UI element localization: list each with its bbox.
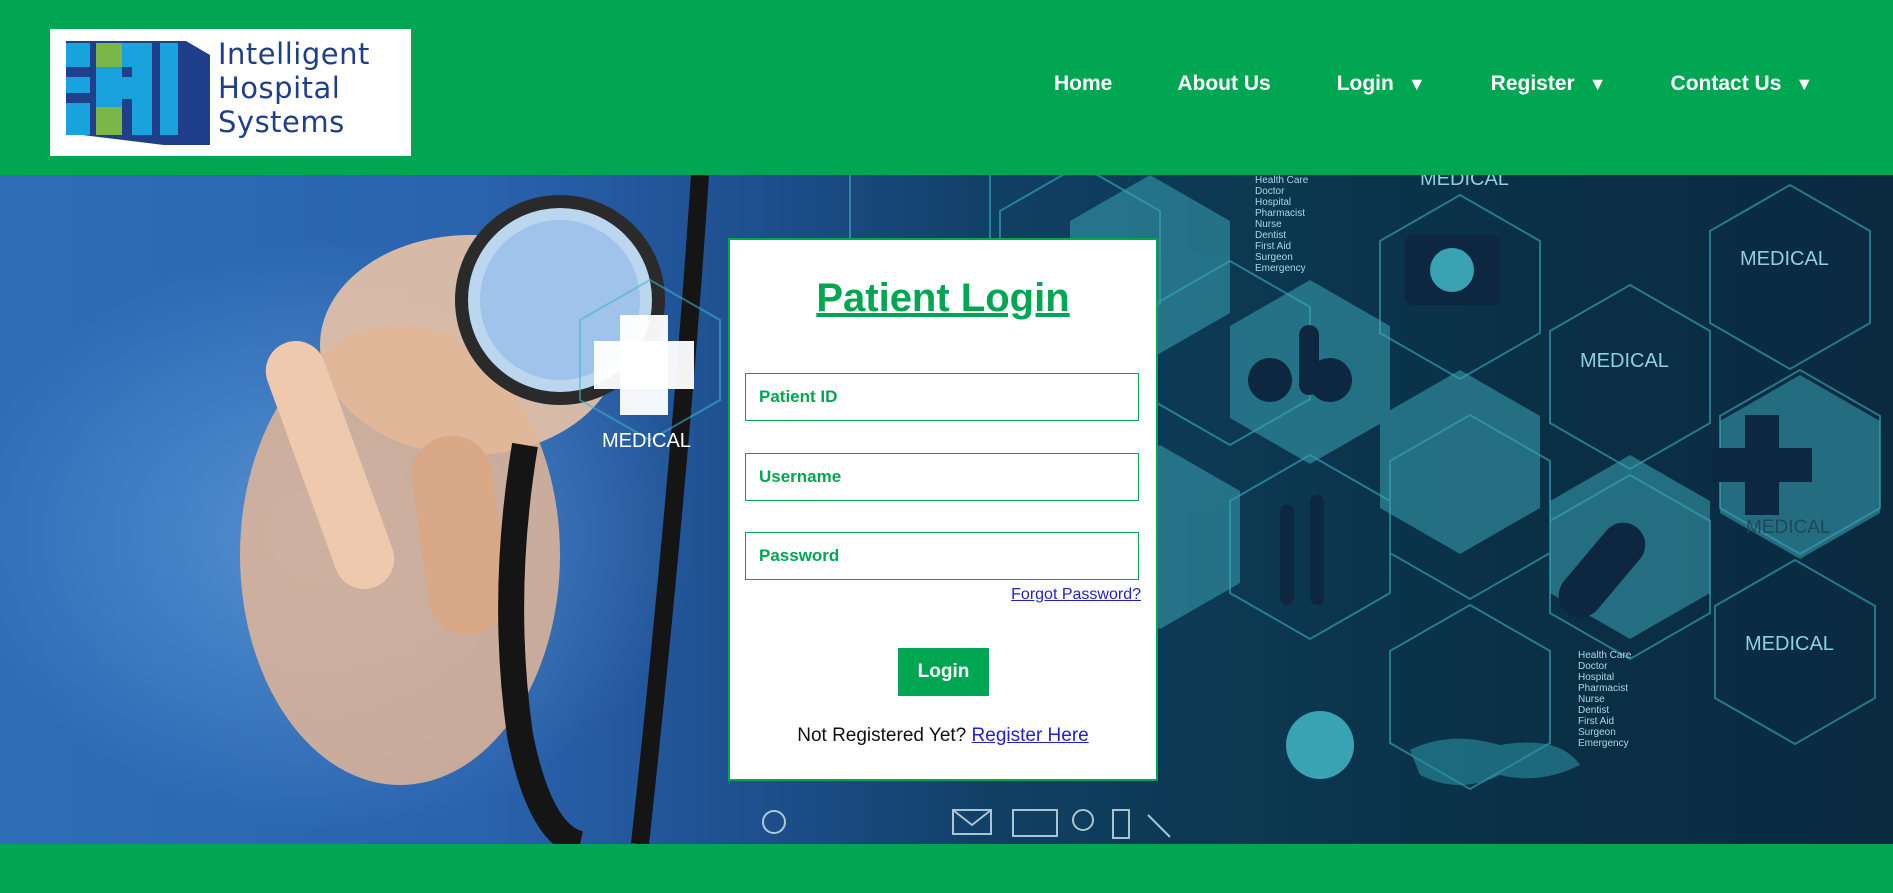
svg-text:Pharmacist: Pharmacist bbox=[1255, 208, 1305, 219]
hex-label: MEDICAL bbox=[1420, 175, 1509, 190]
password-field-wrapper bbox=[745, 532, 1139, 580]
svg-text:Hospital: Hospital bbox=[1578, 672, 1614, 683]
svg-text:Doctor: Doctor bbox=[1255, 186, 1285, 197]
power-icon bbox=[762, 810, 786, 834]
nav-about-us[interactable]: About Us bbox=[1177, 72, 1270, 96]
virus-icon bbox=[1286, 711, 1354, 779]
svg-text:Surgeon: Surgeon bbox=[1255, 252, 1293, 263]
svg-text:Emergency: Emergency bbox=[1578, 738, 1629, 749]
monitor-icon bbox=[1012, 809, 1058, 837]
svg-text:Health Care: Health Care bbox=[1255, 175, 1309, 186]
svg-text:Dentist: Dentist bbox=[1255, 230, 1286, 241]
nav-contact-dropdown[interactable]: Contact Us ▼ bbox=[1671, 72, 1814, 96]
footer-bar bbox=[0, 844, 1893, 893]
hex-label: MEDICAL bbox=[1745, 633, 1834, 655]
staff-list: Health Care Doctor Hospital Pharmacist N… bbox=[1255, 175, 1309, 274]
logo-line-3: Systems bbox=[218, 105, 345, 139]
svg-text:Nurse: Nurse bbox=[1255, 219, 1282, 230]
test-tube-icon bbox=[1280, 505, 1294, 605]
search-icon bbox=[1072, 809, 1094, 831]
hex-label: MEDICAL bbox=[1746, 517, 1830, 538]
svg-text:Surgeon: Surgeon bbox=[1578, 727, 1616, 738]
register-prompt: Not Registered Yet? Register Here bbox=[730, 725, 1156, 747]
register-here-link[interactable]: Register Here bbox=[972, 725, 1089, 746]
svg-text:Nurse: Nurse bbox=[1578, 694, 1605, 705]
hex-label: MEDICAL bbox=[1580, 350, 1669, 372]
site-header: Intelligent Hospital Systems Home About … bbox=[0, 0, 1893, 175]
nav-about-label: About Us bbox=[1177, 72, 1271, 95]
svg-text:Doctor: Doctor bbox=[1578, 661, 1608, 672]
staff-list: Health Care Doctor Hospital Pharmacist N… bbox=[1578, 650, 1632, 749]
caret-down-icon: ▼ bbox=[1407, 73, 1426, 94]
nav-contact-label: Contact Us bbox=[1670, 72, 1782, 95]
logo-line-1: Intelligent bbox=[218, 37, 370, 71]
caret-down-icon: ▼ bbox=[1795, 73, 1814, 94]
hex-label: MEDICAL bbox=[602, 430, 691, 452]
username-field-wrapper bbox=[745, 453, 1139, 501]
caret-down-icon: ▼ bbox=[1588, 73, 1607, 94]
nav-home[interactable]: Home bbox=[1054, 72, 1112, 96]
nav-login-dropdown[interactable]: Login ▼ bbox=[1337, 72, 1426, 96]
patient-id-field-wrapper bbox=[745, 373, 1139, 421]
forgot-password-link[interactable]: Forgot Password? bbox=[1011, 586, 1141, 604]
logo-line-2: Hospital bbox=[218, 71, 341, 105]
battery-icon bbox=[1112, 809, 1130, 839]
tool-icon bbox=[1147, 814, 1171, 838]
svg-text:Dentist: Dentist bbox=[1578, 705, 1609, 716]
svg-text:First Aid: First Aid bbox=[1255, 241, 1291, 252]
hospital-logo-icon bbox=[66, 41, 210, 145]
nav-login-label: Login bbox=[1336, 72, 1394, 95]
svg-text:Health Care: Health Care bbox=[1578, 650, 1632, 661]
username-input[interactable] bbox=[746, 454, 1138, 500]
login-button[interactable]: Login bbox=[898, 648, 989, 696]
brand-logo[interactable]: Intelligent Hospital Systems bbox=[50, 29, 411, 156]
nav-register-dropdown[interactable]: Register ▼ bbox=[1491, 72, 1607, 96]
logo-text: Intelligent Hospital Systems bbox=[218, 37, 370, 139]
svg-text:Emergency: Emergency bbox=[1255, 263, 1306, 274]
password-input[interactable] bbox=[746, 533, 1138, 579]
hex-label: MEDICAL bbox=[1740, 248, 1829, 270]
login-title: Patient Login bbox=[816, 276, 1070, 320]
svg-text:First Aid: First Aid bbox=[1578, 716, 1614, 727]
nav-register-label: Register bbox=[1490, 72, 1575, 95]
patient-id-input[interactable] bbox=[746, 374, 1138, 420]
svg-text:Pharmacist: Pharmacist bbox=[1578, 683, 1628, 694]
nav-home-label: Home bbox=[1054, 72, 1113, 95]
not-registered-text: Not Registered Yet? bbox=[797, 725, 967, 746]
svg-text:Hospital: Hospital bbox=[1255, 197, 1291, 208]
patient-login-card: Patient Login Forgot Password? Login Not… bbox=[728, 238, 1158, 781]
world-map-icon bbox=[1410, 738, 1580, 785]
main-nav: Home About Us Login ▼ Register ▼ Contact… bbox=[1054, 70, 1813, 98]
